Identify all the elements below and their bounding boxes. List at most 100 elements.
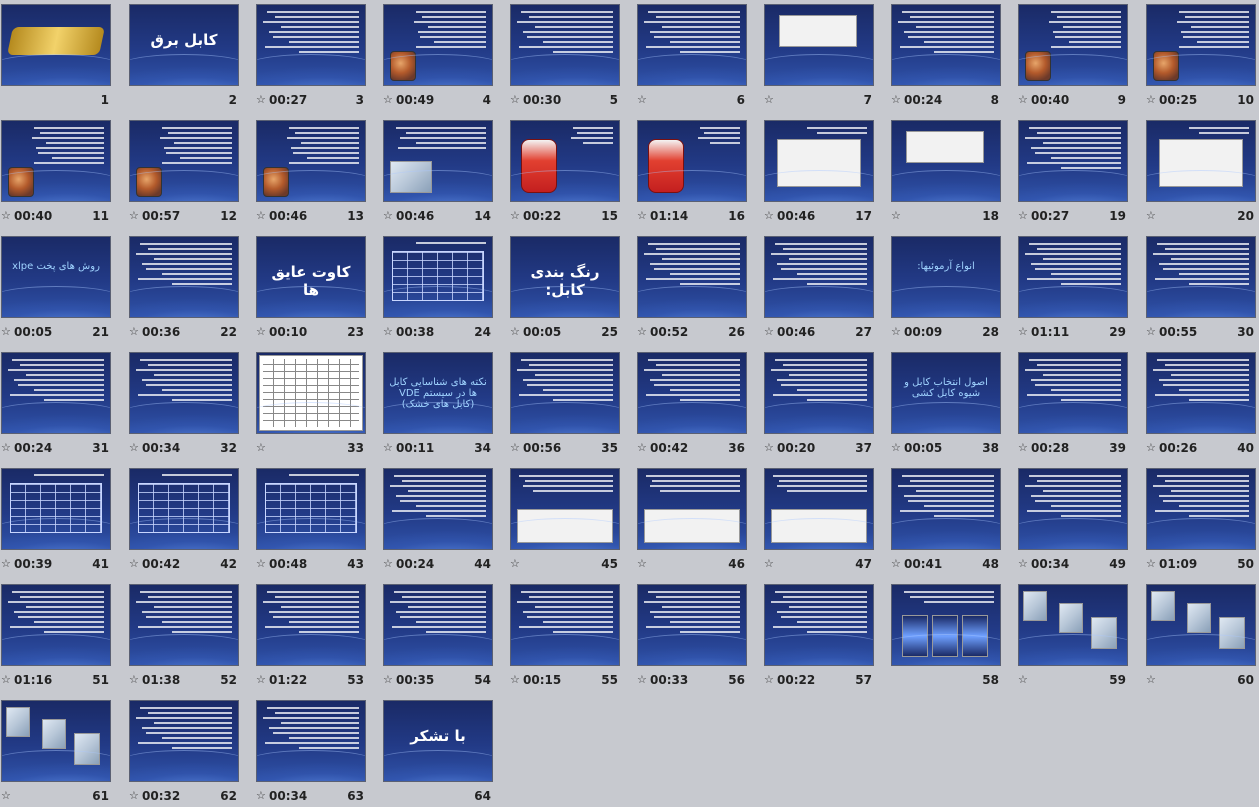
star-transition-icon[interactable]: ☆ [129,325,139,339]
slide-item[interactable]: 49 ☆ 00:34 [1018,468,1128,573]
slide-item[interactable]: 31 ☆ 00:24 [1,352,111,457]
slide-thumbnail[interactable] [129,700,239,782]
star-transition-icon[interactable]: ☆ [764,325,774,339]
slide-item[interactable]: 26 ☆ 00:52 [637,236,747,341]
slide-thumbnail[interactable] [764,584,874,666]
slide-item[interactable]: 40 ☆ 00:26 [1146,352,1256,457]
slide-thumbnail[interactable] [1146,584,1256,666]
slide-item[interactable]: 59 ☆ [1018,584,1128,689]
star-transition-icon[interactable]: ☆ [1018,325,1028,339]
star-transition-icon[interactable]: ☆ [891,441,901,455]
star-transition-icon[interactable]: ☆ [256,325,266,339]
slide-thumbnail[interactable] [764,120,874,202]
star-transition-icon[interactable]: ☆ [510,557,520,571]
slide-thumbnail[interactable] [1018,468,1128,550]
slide-item[interactable]: 43 ☆ 00:48 [256,468,366,573]
slide-thumbnail[interactable] [1018,584,1128,666]
slide-item[interactable]: 41 ☆ 00:39 [1,468,111,573]
slide-thumbnail[interactable] [1018,352,1128,434]
star-transition-icon[interactable]: ☆ [383,325,393,339]
slide-thumbnail[interactable] [129,584,239,666]
star-transition-icon[interactable]: ☆ [1146,93,1156,107]
star-transition-icon[interactable]: ☆ [510,673,520,687]
slide-item[interactable]: 55 ☆ 00:15 [510,584,620,689]
slide-thumbnail[interactable] [256,120,366,202]
star-transition-icon[interactable]: ☆ [1,325,11,339]
slide-item[interactable]: نکته های شناسایی کابل ها در سیستم VDE (ک… [383,352,493,457]
slide-item[interactable]: 4 ☆ 00:49 [383,4,493,109]
star-transition-icon[interactable]: ☆ [383,557,393,571]
slide-item[interactable]: 53 ☆ 01:22 [256,584,366,689]
slide-item[interactable]: 13 ☆ 00:46 [256,120,366,225]
star-transition-icon[interactable]: ☆ [129,789,139,803]
slide-item[interactable]: 48 ☆ 00:41 [891,468,1001,573]
star-transition-icon[interactable]: ☆ [637,441,647,455]
slide-item[interactable]: 22 ☆ 00:36 [129,236,239,341]
star-transition-icon[interactable]: ☆ [1018,209,1028,223]
slide-item[interactable]: 36 ☆ 00:42 [637,352,747,457]
slide-item[interactable]: 3 ☆ 00:27 [256,4,366,109]
slide-thumbnail[interactable] [891,584,1001,666]
star-transition-icon[interactable]: ☆ [637,557,647,571]
slide-thumbnail[interactable] [510,468,620,550]
slide-thumbnail[interactable] [891,4,1001,86]
star-transition-icon[interactable]: ☆ [1146,557,1156,571]
star-transition-icon[interactable]: ☆ [891,325,901,339]
slide-item[interactable]: 18 ☆ [891,120,1001,225]
slide-item[interactable]: 14 ☆ 00:46 [383,120,493,225]
star-transition-icon[interactable]: ☆ [637,209,647,223]
star-transition-icon[interactable]: ☆ [891,557,901,571]
star-transition-icon[interactable]: ☆ [1146,325,1156,339]
slide-item[interactable]: 37 ☆ 00:20 [764,352,874,457]
slide-item[interactable]: 63 ☆ 00:34 [256,700,366,805]
slide-item[interactable]: 35 ☆ 00:56 [510,352,620,457]
slide-item[interactable]: 46 ☆ [637,468,747,573]
slide-item[interactable]: 6 ☆ [637,4,747,109]
slide-item[interactable]: 50 ☆ 01:09 [1146,468,1256,573]
star-transition-icon[interactable]: ☆ [383,441,393,455]
slide-thumbnail[interactable]: با تشکر [383,700,493,782]
slide-item[interactable]: 32 ☆ 00:34 [129,352,239,457]
slide-thumbnail[interactable] [383,468,493,550]
star-transition-icon[interactable]: ☆ [1018,557,1028,571]
slide-thumbnail[interactable] [129,236,239,318]
star-transition-icon[interactable]: ☆ [1018,93,1028,107]
slide-item[interactable]: 56 ☆ 00:33 [637,584,747,689]
slide-item[interactable]: 29 ☆ 01:11 [1018,236,1128,341]
slide-thumbnail[interactable] [510,352,620,434]
slide-thumbnail[interactable] [1,352,111,434]
slide-thumbnail[interactable] [1018,4,1128,86]
slide-thumbnail[interactable] [1,120,111,202]
slide-item[interactable]: 33 ☆ [256,352,366,457]
slide-item[interactable]: 42 ☆ 00:42 [129,468,239,573]
slide-thumbnail[interactable] [510,120,620,202]
star-transition-icon[interactable]: ☆ [1146,441,1156,455]
slide-item[interactable]: 12 ☆ 00:57 [129,120,239,225]
slide-thumbnail[interactable] [383,236,493,318]
slide-thumbnail[interactable] [1,4,111,86]
slide-thumbnail[interactable] [1146,4,1256,86]
star-transition-icon[interactable]: ☆ [256,557,266,571]
slide-item[interactable]: کابل برق 2 [129,4,239,109]
star-transition-icon[interactable]: ☆ [1,789,11,803]
star-transition-icon[interactable]: ☆ [1146,673,1156,687]
star-transition-icon[interactable]: ☆ [129,209,139,223]
star-transition-icon[interactable]: ☆ [383,673,393,687]
slide-item[interactable]: 17 ☆ 00:46 [764,120,874,225]
star-transition-icon[interactable]: ☆ [1,673,11,687]
star-transition-icon[interactable]: ☆ [891,209,901,223]
slide-item[interactable]: 11 ☆ 00:40 [1,120,111,225]
slide-thumbnail[interactable] [383,120,493,202]
slide-item[interactable]: 54 ☆ 00:35 [383,584,493,689]
slide-thumbnail[interactable] [510,4,620,86]
slide-item[interactable]: 51 ☆ 01:16 [1,584,111,689]
slide-thumbnail[interactable] [764,4,874,86]
slide-item[interactable]: رنگ بندی کابل: 25 ☆ 00:05 [510,236,620,341]
slide-thumbnail[interactable]: انواع آرموئیها: [891,236,1001,318]
slide-thumbnail[interactable] [1146,236,1256,318]
slide-item[interactable]: 30 ☆ 00:55 [1146,236,1256,341]
slide-thumbnail[interactable] [256,4,366,86]
slide-thumbnail[interactable] [1,584,111,666]
star-transition-icon[interactable]: ☆ [637,93,647,107]
star-transition-icon[interactable]: ☆ [764,673,774,687]
